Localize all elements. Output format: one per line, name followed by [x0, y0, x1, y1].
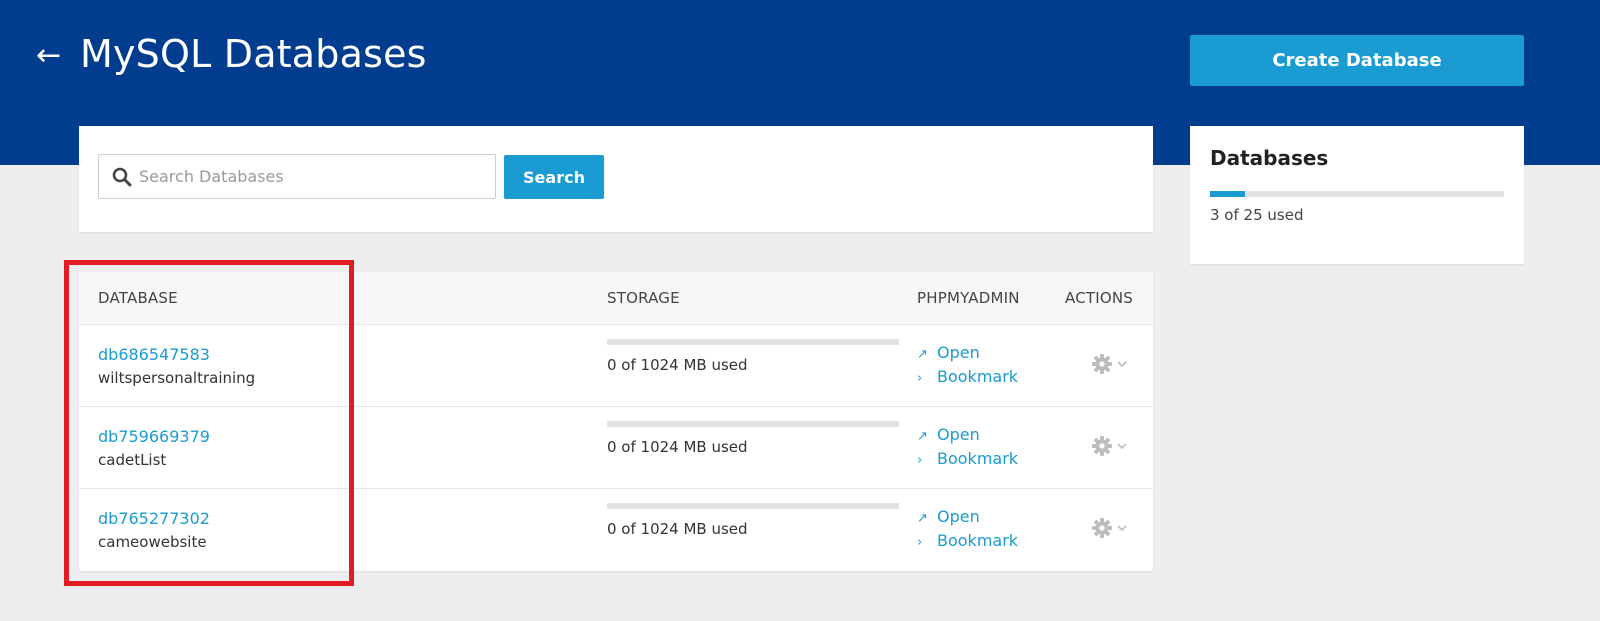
databases-usage-text: 3 of 25 used	[1210, 206, 1304, 224]
gear-icon	[1092, 354, 1112, 374]
bookmark-label: Bookmark	[937, 531, 1019, 550]
chevron-down-icon	[1117, 443, 1127, 450]
databases-summary-card: Databases 3 of 25 used	[1190, 126, 1524, 264]
search-panel: Search	[79, 126, 1153, 232]
table-row: db765277302 cameowebsite 0 of 1024 MB us…	[79, 489, 1153, 571]
column-header-phpmyadmin: PHPMYADMIN	[917, 289, 1020, 307]
actions-menu-button[interactable]	[1091, 516, 1133, 542]
bookmark-label: Bookmark	[937, 449, 1019, 468]
storage-bar	[607, 339, 899, 345]
phpmyadmin-open-link[interactable]: ↗ Open	[917, 425, 980, 444]
phpmyadmin-open-link[interactable]: ↗ Open	[917, 507, 980, 526]
table-row: db686547583 wiltspersonaltraining 0 of 1…	[79, 325, 1153, 407]
actions-menu-button[interactable]	[1091, 352, 1133, 378]
storage-usage-text: 0 of 1024 MB used	[607, 438, 748, 456]
actions-menu-button[interactable]	[1091, 434, 1133, 460]
bookmark-label: Bookmark	[937, 367, 1019, 386]
database-id-link[interactable]: db759669379	[98, 427, 210, 446]
search-icon	[112, 167, 132, 187]
phpmyadmin-bookmark-link[interactable]: › Bookmark	[917, 531, 1018, 550]
database-id-link[interactable]: db686547583	[98, 345, 210, 364]
page-title: MySQL Databases	[80, 32, 427, 76]
gear-icon	[1092, 518, 1112, 538]
table-header: DATABASE STORAGE PHPMYADMIN ACTIONS	[79, 272, 1153, 325]
table-row: db759669379 cadetList 0 of 1024 MB used …	[79, 407, 1153, 489]
chevron-down-icon	[1117, 361, 1127, 368]
search-field[interactable]	[98, 154, 496, 199]
chevron-down-icon	[1117, 525, 1127, 532]
storage-usage-text: 0 of 1024 MB used	[607, 356, 748, 374]
storage-bar	[607, 421, 899, 427]
create-database-button[interactable]: Create Database	[1190, 35, 1524, 86]
database-name: cameowebsite	[98, 533, 207, 551]
storage-bar	[607, 503, 899, 509]
gear-icon	[1092, 436, 1112, 456]
chevron-right-icon: ›	[917, 453, 923, 468]
phpmyadmin-open-link[interactable]: ↗ Open	[917, 343, 980, 362]
external-link-icon: ↗	[917, 511, 928, 526]
chevron-right-icon: ›	[917, 535, 923, 550]
open-label: Open	[937, 425, 980, 444]
column-header-storage[interactable]: STORAGE	[607, 272, 680, 325]
external-link-icon: ↗	[917, 347, 928, 362]
open-label: Open	[937, 343, 980, 362]
databases-usage-bar	[1210, 191, 1504, 197]
storage-usage-text: 0 of 1024 MB used	[607, 520, 748, 538]
databases-usage-fill	[1210, 191, 1246, 197]
phpmyadmin-bookmark-link[interactable]: › Bookmark	[917, 367, 1018, 386]
search-input[interactable]	[139, 155, 489, 198]
database-id-link[interactable]: db765277302	[98, 509, 210, 528]
search-button[interactable]: Search	[504, 155, 604, 199]
open-label: Open	[937, 507, 980, 526]
column-header-database[interactable]: DATABASE	[98, 272, 178, 325]
column-header-actions: ACTIONS	[1065, 289, 1134, 307]
database-name: wiltspersonaltraining	[98, 369, 256, 387]
chevron-right-icon: ›	[917, 371, 923, 386]
arrow-left-icon[interactable]: ←	[36, 38, 66, 74]
summary-title: Databases	[1210, 146, 1329, 170]
phpmyadmin-bookmark-link[interactable]: › Bookmark	[917, 449, 1018, 468]
database-name: cadetList	[98, 451, 167, 469]
external-link-icon: ↗	[917, 429, 928, 444]
databases-table: DATABASE STORAGE PHPMYADMIN ACTIONS db68…	[79, 272, 1153, 571]
